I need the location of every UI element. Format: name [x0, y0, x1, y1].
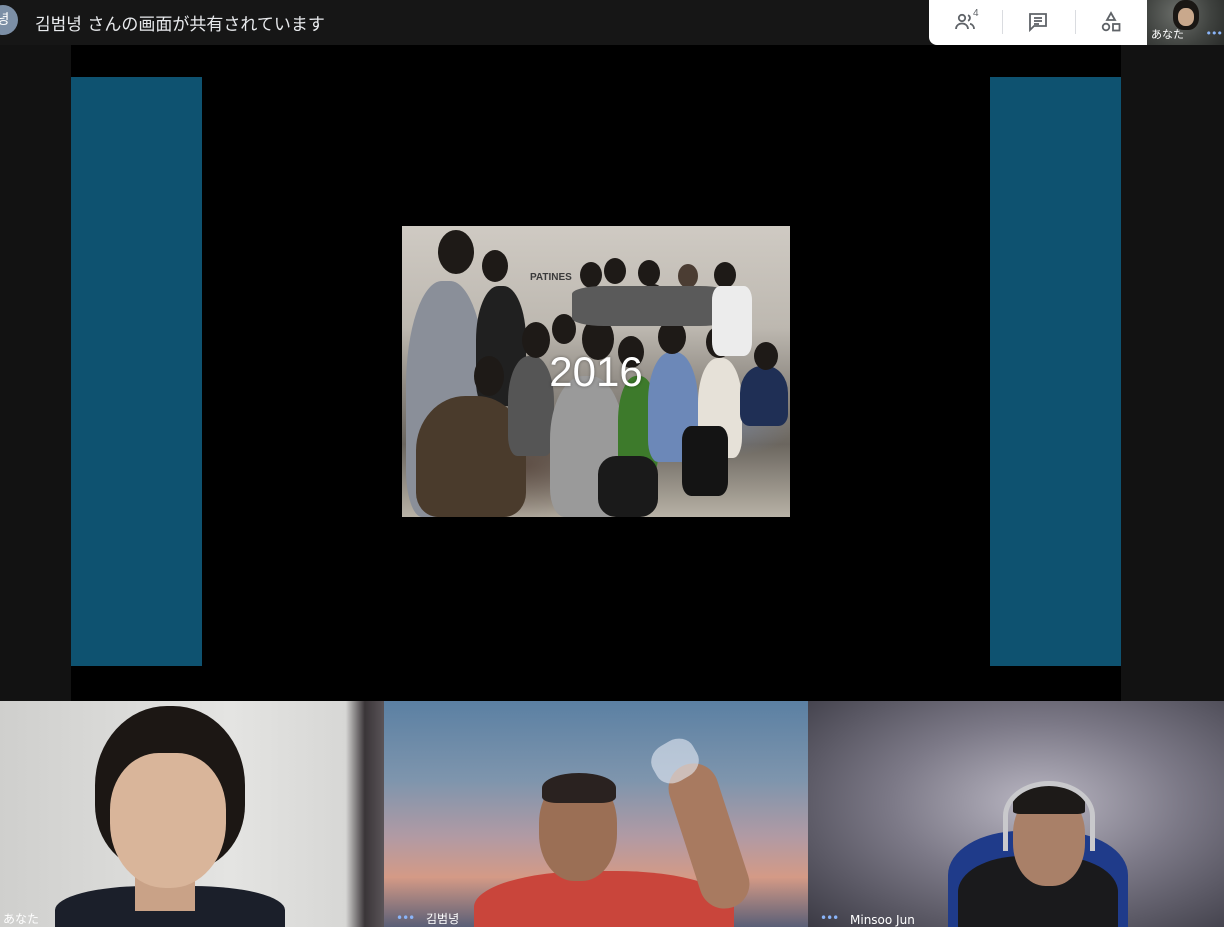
self-preview-face — [1178, 8, 1194, 26]
participant-name: Minsoo Jun — [850, 913, 915, 927]
photo-person-head — [678, 264, 698, 288]
people-button[interactable]: 4 — [947, 7, 983, 37]
audio-indicator-icon: ••• — [820, 911, 839, 925]
photo-person — [712, 286, 752, 356]
photo-wall-sign: PATINES — [530, 272, 572, 283]
participant-tile[interactable]: あなた — [0, 701, 384, 927]
photo-back-row — [572, 286, 732, 326]
divider — [1075, 10, 1076, 34]
audio-indicator-icon: ••• — [1205, 27, 1223, 40]
photo-person-head — [580, 262, 602, 288]
headset-icon — [1003, 781, 1095, 851]
chat-icon — [1029, 13, 1047, 33]
self-preview-label: あなた — [1151, 28, 1184, 41]
slide-side-panel-right — [990, 77, 1121, 666]
shared-screen: PATINES 2016 — [0, 45, 1224, 701]
participant-name: 김범녕 — [426, 912, 460, 926]
photo-person-head — [714, 262, 736, 288]
participant-video-hair — [542, 773, 616, 803]
presenter-avatar: 녕 — [0, 5, 18, 35]
group-photo: PATINES 2016 — [402, 226, 790, 517]
slide-side-panel-left — [71, 77, 202, 666]
people-count-badge: 4 — [973, 8, 979, 19]
slide-year-caption: 2016 — [549, 348, 643, 395]
shapes-icon — [1101, 11, 1121, 32]
audio-indicator-icon: ••• — [396, 911, 415, 925]
participant-name: あなた — [3, 912, 40, 926]
self-preview-tile[interactable]: あなた ••• — [1147, 0, 1224, 45]
photo-bag — [598, 456, 658, 517]
screen-share-title: 김범녕 さんの画面が共有されています — [35, 15, 325, 35]
participant-video-body — [474, 871, 734, 927]
photo-person-head — [604, 258, 626, 284]
meeting-controls: 4 — [929, 0, 1147, 45]
chat-button[interactable] — [1020, 7, 1056, 37]
photo-person-head — [638, 260, 660, 286]
participant-tile[interactable]: ••• 김범녕 — [384, 701, 808, 927]
participant-video-face — [110, 753, 226, 888]
photo-person-head — [438, 230, 474, 274]
participant-tile[interactable]: ••• Minsoo Jun — [808, 701, 1224, 927]
photo-backpack — [682, 426, 728, 496]
photo-person-head — [482, 250, 508, 282]
top-bar: 녕 김범녕 さんの画面が共有されています 4 あなた ••• — [0, 0, 1224, 45]
divider — [1002, 10, 1003, 34]
presentation-slide: PATINES 2016 — [71, 45, 1121, 701]
activities-button[interactable] — [1093, 7, 1129, 37]
